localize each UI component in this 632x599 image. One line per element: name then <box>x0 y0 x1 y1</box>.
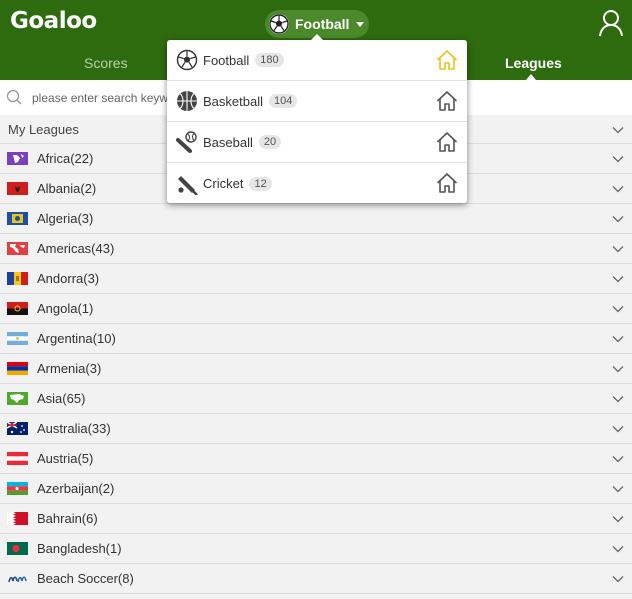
user-icon[interactable] <box>598 9 624 37</box>
home-icon-active[interactable] <box>435 48 459 72</box>
armenia-flag-icon <box>7 362 28 375</box>
sport-menu-label: Football <box>203 52 250 68</box>
league-row-argentina[interactable]: Argentina(10) <box>0 324 632 354</box>
sport-menu-label: Baseball <box>203 134 253 150</box>
league-row-armenia[interactable]: Armenia(3) <box>0 354 632 384</box>
chevron-down-icon <box>612 576 624 583</box>
bangladesh-flag-icon <box>7 542 28 555</box>
league-label: Armenia(3) <box>37 361 102 376</box>
current-sport-label: Football <box>295 16 350 32</box>
home-icon[interactable] <box>435 130 459 154</box>
chevron-down-icon <box>612 396 624 403</box>
league-row-australia[interactable]: Australia(33) <box>0 414 632 444</box>
austria-flag-icon <box>7 452 28 465</box>
azerbaijan-flag-icon <box>7 482 28 495</box>
league-label: Asia(65) <box>37 391 86 406</box>
league-label: Americas(43) <box>37 241 115 256</box>
basketball-icon <box>176 90 198 112</box>
football-icon <box>176 49 198 71</box>
home-icon[interactable] <box>435 171 459 195</box>
league-row-beach-soccer[interactable]: Beach Soccer(8) <box>0 564 632 594</box>
sport-menu-item-basketball[interactable]: Basketball 104 <box>167 81 467 122</box>
league-row-angola[interactable]: Angola(1) <box>0 294 632 324</box>
africa-flag-icon <box>7 152 28 165</box>
sport-dropdown-menu: Football 180 Basketball 104 Baseball 20 … <box>167 34 467 204</box>
chevron-down-icon <box>612 246 624 253</box>
sport-menu-label: Basketball <box>203 93 263 109</box>
league-label: Africa(22) <box>37 151 94 166</box>
league-row-bahrain[interactable]: Bahrain(6) <box>0 504 632 534</box>
home-icon[interactable] <box>435 89 459 113</box>
league-label: Algeria(3) <box>37 211 94 226</box>
league-label: Albania(2) <box>37 181 97 196</box>
asia-flag-icon <box>7 392 28 405</box>
caret-down-icon <box>356 21 365 27</box>
chevron-down-icon <box>612 336 624 343</box>
section-title: My Leagues <box>8 121 79 137</box>
league-row-austria[interactable]: Austria(5) <box>0 444 632 474</box>
league-label: Austria(5) <box>37 451 94 466</box>
angola-flag-icon <box>7 302 28 315</box>
chevron-down-icon <box>612 546 624 553</box>
league-label: Beach Soccer(8) <box>37 571 134 586</box>
cricket-icon <box>176 173 198 195</box>
chevron-down-icon <box>612 516 624 523</box>
goaloo-logo[interactable]: Goaloo <box>10 8 97 34</box>
americas-flag-icon <box>7 242 28 255</box>
chevron-down-icon <box>612 456 624 463</box>
chevron-down-icon <box>612 306 624 313</box>
beach-soccer-icon <box>7 572 28 585</box>
league-row-andorra[interactable]: Andorra(3) <box>0 264 632 294</box>
league-row-asia[interactable]: Asia(65) <box>0 384 632 414</box>
australia-flag-icon <box>7 422 28 435</box>
argentina-flag-icon <box>7 332 28 345</box>
chevron-down-icon <box>612 426 624 433</box>
bahrain-flag-icon <box>7 512 28 525</box>
league-label: Angola(1) <box>37 301 94 316</box>
league-label: Argentina(10) <box>37 331 116 346</box>
albania-flag-icon <box>7 182 28 195</box>
chevron-down-icon <box>612 186 624 193</box>
league-label: Australia(33) <box>37 421 111 436</box>
tab-leagues[interactable]: Leagues <box>505 55 562 71</box>
tab-scores[interactable]: Scores <box>84 55 128 71</box>
league-label: Bahrain(6) <box>37 511 98 526</box>
baseball-icon <box>176 131 198 153</box>
sport-count-badge: 104 <box>268 94 298 108</box>
chevron-down-icon <box>612 276 624 283</box>
league-label: Andorra(3) <box>37 271 100 286</box>
andorra-flag-icon <box>7 272 28 285</box>
sport-menu-label: Cricket <box>203 176 244 191</box>
sport-menu-item-baseball[interactable]: Baseball 20 <box>167 122 467 163</box>
sport-count-badge: 20 <box>258 135 282 149</box>
sport-menu-item-football[interactable]: Football 180 <box>167 40 467 81</box>
chevron-down-icon <box>612 486 624 493</box>
league-row-azerbaijan[interactable]: Azerbaijan(2) <box>0 474 632 504</box>
league-row-americas[interactable]: Americas(43) <box>0 234 632 264</box>
league-row-algeria[interactable]: Algeria(3) <box>0 204 632 234</box>
league-label: Azerbaijan(2) <box>37 481 115 496</box>
league-label: Bangladesh(1) <box>37 541 122 556</box>
sport-count-badge: 180 <box>255 53 284 67</box>
chevron-down-icon <box>612 366 624 373</box>
chevron-down-icon <box>612 156 624 163</box>
algeria-flag-icon <box>7 212 28 225</box>
search-icon <box>6 89 22 105</box>
chevron-down-icon <box>612 127 624 134</box>
sport-count-badge: 12 <box>249 176 272 191</box>
football-icon <box>268 13 290 35</box>
league-row-bangladesh[interactable]: Bangladesh(1) <box>0 534 632 564</box>
chevron-down-icon <box>612 216 624 223</box>
sport-menu-item-cricket[interactable]: Cricket 12 <box>167 163 467 204</box>
